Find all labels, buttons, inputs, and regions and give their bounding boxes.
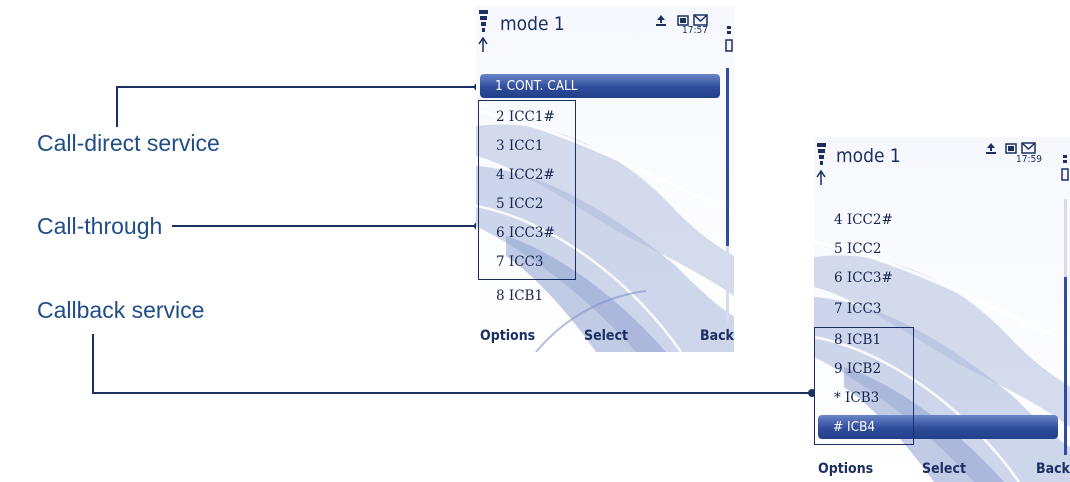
signal-icon bbox=[816, 143, 826, 185]
select-softkey[interactable]: Select bbox=[584, 328, 628, 344]
select-softkey[interactable]: Select bbox=[922, 461, 966, 477]
scrollbar[interactable] bbox=[726, 68, 729, 324]
callback-label: Callback service bbox=[37, 297, 205, 323]
clock: 17:57 bbox=[682, 25, 708, 36]
status-icons bbox=[986, 142, 1036, 154]
scrollbar[interactable] bbox=[1064, 199, 1067, 455]
screen-title: mode 1 bbox=[836, 145, 901, 167]
options-softkey[interactable]: Options bbox=[480, 328, 535, 344]
signal-icon bbox=[478, 10, 488, 52]
upload-icon bbox=[656, 15, 666, 26]
scrollbar-thumb[interactable] bbox=[1064, 277, 1067, 455]
call-direct-label: Call-direct service bbox=[37, 130, 220, 156]
callback-bracket bbox=[814, 327, 914, 445]
scrollbar-thumb[interactable] bbox=[726, 68, 729, 246]
call-through-bracket bbox=[478, 100, 576, 280]
menu-item[interactable]: 7 ICC3 bbox=[834, 297, 881, 321]
menu-item[interactable]: 4 ICC2# bbox=[834, 208, 893, 232]
menu-item[interactable]: 6 ICC3# bbox=[834, 266, 893, 290]
screen-title: mode 1 bbox=[500, 13, 565, 35]
back-softkey[interactable]: Back bbox=[1036, 461, 1070, 477]
call-through-label: Call-through bbox=[37, 213, 163, 239]
options-softkey[interactable]: Options bbox=[818, 461, 873, 477]
battery-icon bbox=[1061, 155, 1069, 181]
memory-card-icon bbox=[1005, 143, 1017, 154]
menu-item-selected[interactable]: 1 CONT. CALL bbox=[480, 74, 720, 98]
back-softkey[interactable]: Back bbox=[700, 328, 734, 344]
memory-card-icon bbox=[677, 15, 689, 26]
envelope-icon bbox=[1021, 142, 1036, 154]
call-direct-leader bbox=[116, 86, 478, 127]
menu-item[interactable]: 5 ICC2 bbox=[834, 237, 881, 261]
battery-icon bbox=[725, 26, 733, 52]
menu-item[interactable]: 8 ICB1 bbox=[496, 284, 543, 308]
upload-icon bbox=[986, 143, 996, 154]
clock: 17:59 bbox=[1016, 154, 1042, 165]
envelope-icon bbox=[693, 14, 708, 26]
